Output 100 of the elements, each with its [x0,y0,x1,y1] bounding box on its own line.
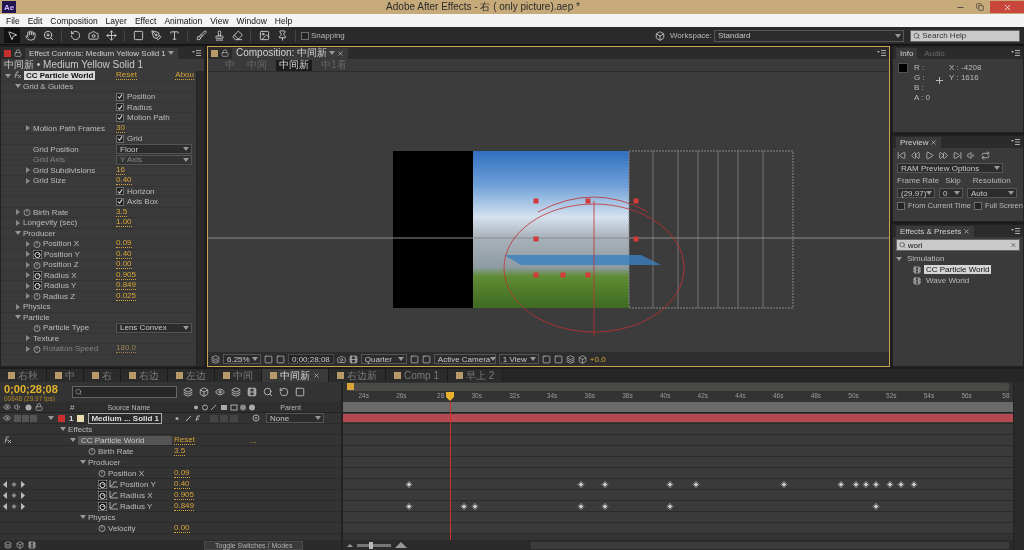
property-value[interactable]: 16 [116,165,125,175]
vertical-scrollbar[interactable] [1013,382,1024,550]
checkbox[interactable] [116,92,124,101]
search-field[interactable]: Search Help [910,29,1020,42]
close-icon[interactable] [337,49,345,57]
timeline-tab[interactable]: 右边 [121,369,168,382]
zoom-in-icon[interactable] [395,542,407,548]
property-value[interactable]: 0.849 [116,281,137,291]
work-area-bar[interactable] [343,402,1013,413]
property-value[interactable]: 3.5 [116,207,128,217]
timeline-tab[interactable]: 中间 [215,369,262,382]
brush-icon[interactable] [193,28,209,43]
rewind-icon[interactable] [911,151,920,160]
panel-tab[interactable]: Preview [896,136,942,148]
timeline-tab[interactable]: 左边 [168,369,215,382]
effects-search-field[interactable]: worl [896,239,1020,251]
disclosure-triangle-icon[interactable] [80,514,86,520]
selection-arrow-icon[interactable] [4,28,20,43]
skip-dropdown[interactable]: 0 [939,188,963,198]
close-button[interactable] [990,1,1024,13]
stopwatch-icon[interactable] [98,479,107,489]
panel-menu-icon[interactable] [1011,139,1020,145]
disclosure-triangle-icon[interactable] [15,83,21,90]
checkbox[interactable] [897,201,905,210]
menu-item[interactable]: Effect [130,14,161,27]
close-icon[interactable] [930,138,938,146]
tree-folder[interactable]: Simulation [893,253,1023,264]
draft-3d-icon[interactable] [199,387,209,397]
disclosure-triangle-icon[interactable] [5,72,11,79]
hand-icon[interactable] [22,28,38,43]
current-time-field[interactable]: 0;00;28;08 [288,354,334,364]
property-value[interactable]: 3.5 [174,446,186,456]
skip-back-icon[interactable] [897,151,906,160]
tree-item[interactable]: Wave World [893,275,1023,286]
panel-tab[interactable]: Effects & Presets [896,225,975,237]
disclosure-triangle-icon[interactable] [25,125,31,132]
menu-item[interactable]: Animation [160,14,207,27]
property-value[interactable]: 0.905 [174,490,195,500]
menu-item[interactable]: Layer [101,14,131,27]
repeat-icon[interactable] [981,151,990,160]
stopwatch-icon[interactable] [33,281,42,291]
menu-item[interactable]: Window [232,14,271,27]
checkbox[interactable] [973,201,982,210]
timeline-tab[interactable]: 右边新 [329,369,386,382]
eraser-icon[interactable] [229,28,245,43]
playhead-line[interactable] [450,402,452,540]
frame-rate-dropdown[interactable]: (29.97) [897,188,935,198]
reset-link[interactable]: Reset [116,71,137,81]
property-value[interactable]: 0.40 [116,249,132,259]
breadcrumb[interactable]: 中间新 [276,59,312,71]
pen-icon[interactable] [148,28,164,43]
effect-name[interactable]: CC Particle World [24,71,96,81]
disclosure-triangle-icon[interactable] [15,303,21,310]
vertical-scrollbar[interactable] [196,71,204,366]
keyframe[interactable] [780,480,788,489]
disclosure-triangle-icon[interactable] [25,335,31,342]
panel-menu-icon[interactable] [877,50,886,56]
property-value[interactable]: 0.00 [116,260,132,270]
checkbox[interactable] [116,197,124,206]
menu-item[interactable]: View [206,14,233,27]
disclosure-triangle-icon[interactable] [15,230,21,237]
lock-icon[interactable] [221,49,229,57]
disclosure-triangle-icon[interactable] [48,415,54,421]
search-input[interactable]: worl [907,240,1009,250]
disclosure-triangle-icon[interactable] [70,437,76,443]
panel-tab[interactable]: Info [896,47,918,59]
zoom-slider-thumb[interactable] [368,541,373,549]
property-value[interactable]: 0.00 [174,523,190,533]
disclosure-triangle-icon[interactable] [60,426,66,432]
options-ellipsis[interactable]: ... [249,435,257,445]
zoom-dropdown[interactable]: 6.25% [223,354,261,364]
dropdown[interactable]: Floor [116,144,192,155]
property-value[interactable]: 0.09 [116,239,132,249]
timeline-tab[interactable]: 右秋 [0,369,47,382]
lock-icon[interactable] [14,49,22,57]
menu-item[interactable]: File [2,14,24,27]
property-value[interactable]: 0.905 [116,270,137,280]
stopwatch-icon[interactable] [98,501,107,511]
snapping-checkbox[interactable] [301,31,309,40]
checkbox[interactable] [116,103,124,112]
stopwatch-icon[interactable] [33,270,42,280]
fx-icon[interactable] [3,436,12,444]
timeline-tab[interactable]: 中间新 [262,369,329,382]
keyframe-navigator-icon[interactable] [3,480,25,488]
panel-menu-icon[interactable] [1011,228,1020,234]
view-layout-dropdown[interactable]: 1 View [498,354,539,364]
keyframe[interactable] [577,502,585,511]
layer-search-field[interactable] [72,386,177,398]
snapshot-icon[interactable] [336,354,346,364]
property-value[interactable]: 0.09 [174,468,190,478]
resolution-dropdown[interactable]: Auto [967,188,1017,198]
property-value[interactable]: 1.00 [116,218,132,228]
play-icon[interactable] [925,151,934,160]
workspace-dropdown[interactable]: Standard [714,29,904,42]
close-icon[interactable] [313,372,320,379]
search-input[interactable]: Search Help [922,31,1017,40]
keyframe-navigator-icon[interactable] [3,502,25,510]
property-value[interactable]: 0.025 [116,291,137,301]
checkbox[interactable] [116,187,124,196]
current-time[interactable]: 0;00;28;08 [4,382,66,395]
